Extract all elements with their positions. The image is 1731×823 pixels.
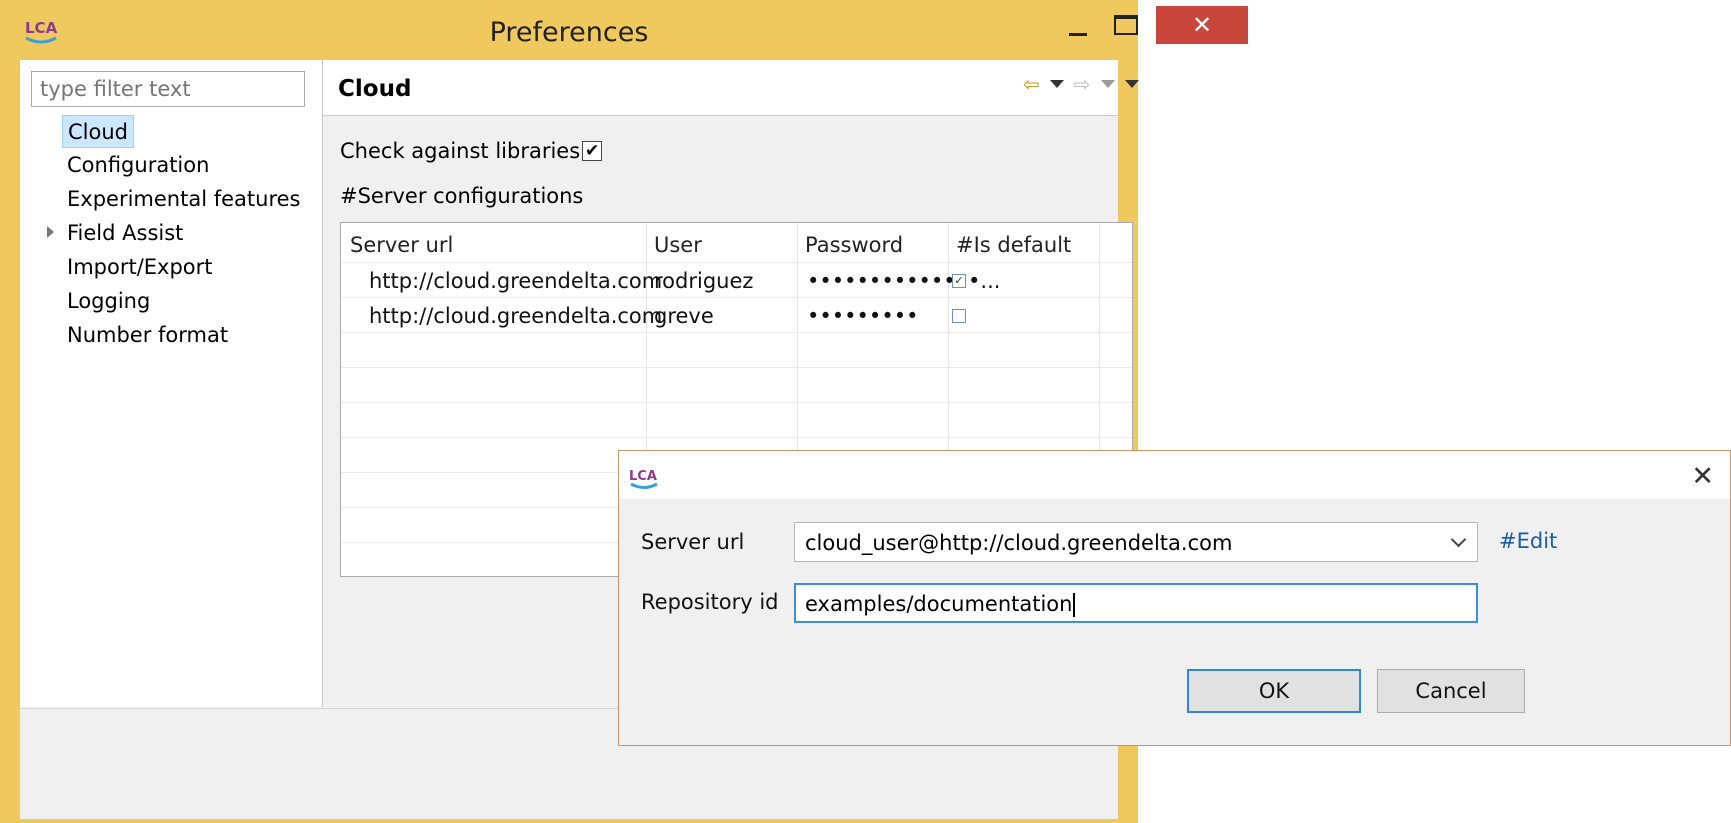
check-libraries-row: Check against libraries ✔: [340, 139, 603, 163]
repository-id-value: examples/documentation: [805, 592, 1073, 616]
column-header-server-url[interactable]: Server url: [350, 233, 453, 257]
close-button[interactable]: ✕: [1156, 6, 1248, 44]
cell-password[interactable]: ••••••••••••••...: [807, 269, 1000, 293]
check-libraries-label: Check against libraries: [340, 139, 581, 163]
view-menu-icon[interactable]: [1124, 80, 1139, 88]
tree-item-number-format[interactable]: Number format: [62, 319, 233, 352]
minimize-button[interactable]: [1056, 6, 1100, 44]
cell-user[interactable]: rodriguez: [654, 269, 753, 293]
ok-button[interactable]: OK: [1187, 669, 1361, 713]
lca-logo-icon: LCA: [629, 469, 658, 489]
preferences-tree-pane: Cloud Configuration Experimental feature…: [20, 60, 323, 707]
dialog-title-bar[interactable]: LCA ✕: [619, 451, 1730, 499]
close-icon: ✕: [1191, 11, 1213, 39]
is-default-checkbox-checked[interactable]: ✓: [952, 274, 966, 288]
expand-arrow-icon[interactable]: [47, 226, 54, 238]
back-dropdown-icon[interactable]: [1049, 80, 1064, 88]
server-url-label: Server url: [641, 530, 745, 554]
column-header-password[interactable]: Password: [805, 233, 903, 257]
checkmark-icon: ✔: [585, 140, 600, 161]
text-caret: [1073, 593, 1076, 617]
column-header-user[interactable]: User: [654, 233, 702, 257]
cancel-button[interactable]: Cancel: [1377, 669, 1525, 713]
tree-item-configuration[interactable]: Configuration: [62, 149, 214, 182]
check-libraries-checkbox[interactable]: ✔: [582, 140, 603, 161]
tree-item-logging[interactable]: Logging: [62, 285, 155, 318]
maximize-button[interactable]: [1104, 6, 1148, 44]
chevron-down-icon[interactable]: [1439, 523, 1477, 561]
forward-dropdown-icon[interactable]: [1100, 80, 1115, 88]
back-arrow-icon[interactable]: ⇦: [1023, 72, 1040, 96]
page-title: Cloud: [338, 76, 412, 102]
repository-id-input[interactable]: examples/documentation: [794, 583, 1478, 623]
server-configurations-label: #Server configurations: [340, 184, 584, 208]
window-title: Preferences: [489, 17, 649, 48]
cell-server-url[interactable]: http://cloud.greendelta.com: [369, 304, 662, 328]
cell-user[interactable]: greve: [654, 304, 714, 328]
column-header-is-default[interactable]: #Is default: [956, 233, 1071, 257]
server-dialog: LCA ✕ Server url cloud_user@http://cloud…: [618, 450, 1731, 746]
filter-input[interactable]: [31, 71, 305, 107]
server-url-combo[interactable]: cloud_user@http://cloud.greendelta.com: [794, 522, 1478, 562]
title-bar[interactable]: LCA Preferences ✕: [0, 0, 1248, 60]
is-default-checkbox-unchecked[interactable]: [952, 309, 966, 323]
edit-link[interactable]: #Edit: [1499, 529, 1557, 553]
tree-item-cloud[interactable]: Cloud: [62, 115, 134, 148]
svg-text:LCA: LCA: [629, 469, 657, 484]
page-nav-toolbar: ⇦ ⇨: [1023, 72, 1139, 96]
tree-item-import-export[interactable]: Import/Export: [62, 251, 218, 284]
server-url-value: cloud_user@http://cloud.greendelta.com: [805, 531, 1233, 555]
cell-server-url[interactable]: http://cloud.greendelta.com: [369, 269, 662, 293]
dialog-close-icon[interactable]: ✕: [1691, 461, 1714, 492]
page-header: Cloud ⇦ ⇨: [323, 60, 1139, 116]
repository-id-label: Repository id: [641, 590, 779, 614]
cell-password[interactable]: •••••••••: [807, 304, 918, 328]
forward-arrow-icon[interactable]: ⇨: [1074, 72, 1091, 96]
tree-item-experimental-features[interactable]: Experimental features: [62, 183, 305, 216]
tree-item-field-assist[interactable]: Field Assist: [62, 217, 188, 250]
